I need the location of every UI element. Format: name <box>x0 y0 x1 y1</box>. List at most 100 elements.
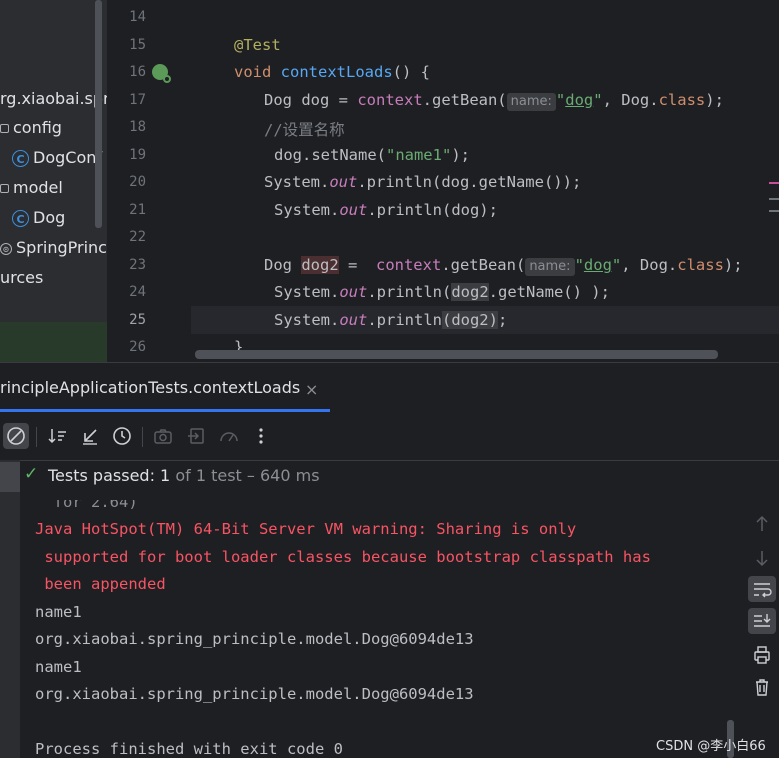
line-number: 19 <box>129 147 146 163</box>
code-line-21: System.out.println(dog); <box>274 201 498 219</box>
line-number: 17 <box>129 92 146 108</box>
console-line: for 2.64) <box>35 500 138 511</box>
param-hint: name: <box>506 93 556 111</box>
folder-icon <box>0 124 9 133</box>
line-number: 16 <box>129 64 146 80</box>
soft-wrap-button[interactable] <box>748 576 776 602</box>
test-tree-strip <box>0 460 20 758</box>
console-line: Process finished with exit code 0 <box>35 740 343 758</box>
code-line-15: @Test <box>234 36 281 54</box>
up-arrow-button[interactable] <box>748 511 776 537</box>
tab-active-indicator <box>0 409 330 412</box>
line-number: 26 <box>129 339 146 355</box>
line-number: 22 <box>129 229 146 245</box>
tree-item-resources[interactable]: urces <box>0 263 43 293</box>
code-line-17: Dog dog = context.getBean(name: "dog", Do… <box>264 91 724 111</box>
close-icon[interactable]: × <box>305 380 318 399</box>
error-stripe-mark <box>769 210 779 212</box>
tree-item-model[interactable]: model <box>0 173 63 203</box>
code-line-16: void contextLoads() { <box>234 63 430 81</box>
error-stripe-mark <box>769 198 779 200</box>
down-arrow-button[interactable] <box>748 545 776 571</box>
tree-item-label: DogConf <box>33 148 102 167</box>
line-number: 25 <box>129 312 146 328</box>
sort-button[interactable] <box>46 424 70 448</box>
stop-icon <box>7 427 25 445</box>
console-line: org.xiaobai.spring_principle.model.Dog@6… <box>35 630 474 648</box>
class-icon: C <box>12 150 29 167</box>
import-button[interactable] <box>185 424 209 448</box>
more-icon <box>259 428 263 444</box>
check-icon: ✓ <box>24 464 39 484</box>
tree-item-springprinciple[interactable]: ⊙ SpringPrincip <box>0 233 107 263</box>
line-number: 18 <box>129 119 146 135</box>
tree-item-config[interactable]: config <box>0 113 62 143</box>
line-number: 24 <box>129 284 146 300</box>
console-line: name1 <box>35 658 82 676</box>
tree-item-label: SpringPrincip <box>16 238 107 257</box>
toolbar-separator <box>36 427 37 447</box>
stop-button[interactable] <box>3 423 29 449</box>
tree-item-dogconfig[interactable]: C DogConf <box>12 143 102 173</box>
spring-class-icon: ⊙ <box>0 242 12 255</box>
line-number: 20 <box>129 174 146 190</box>
folder-icon <box>0 184 9 193</box>
code-line-23: Dog dog2 = context.getBean(name: "dog", D… <box>264 256 743 276</box>
line-number: 15 <box>129 37 146 53</box>
run-test-icon[interactable] <box>152 64 171 83</box>
sort-icon <box>48 429 66 444</box>
screenshot-button[interactable] <box>151 424 175 448</box>
code-line-20: System.out.println(dog.getName()); <box>264 173 582 191</box>
gauge-icon <box>220 432 238 442</box>
code-line-25: System.out.println(dog2); <box>274 311 508 329</box>
code-line-18: //设置名称 <box>264 121 345 139</box>
history-button[interactable] <box>110 424 134 448</box>
soft-wrap-icon <box>754 583 772 598</box>
line-number: 14 <box>129 9 146 25</box>
error-stripe-mark <box>769 182 779 184</box>
tree-item-label: urces <box>0 268 44 287</box>
trash-icon <box>756 679 768 696</box>
tree-item-label: config <box>13 118 62 137</box>
test-tree-selected[interactable] <box>0 462 20 492</box>
print-button[interactable] <box>748 642 776 668</box>
param-hint: name: <box>525 258 575 276</box>
camera-icon <box>154 429 172 444</box>
watermark: CSDN @李小白66 <box>656 739 766 754</box>
scroll-to-end-icon <box>754 614 771 627</box>
console-line: name1 <box>35 603 82 621</box>
more-button[interactable] <box>249 424 273 448</box>
test-status: Tests passed: 1 of 1 test – 640 ms <box>48 466 320 485</box>
collapse-icon <box>83 429 97 445</box>
tree-item-label: rg.xiaobai.spri <box>0 89 107 108</box>
code-line-24: System.out.println(dog2.getName() ); <box>274 283 610 301</box>
tree-item-package[interactable]: rg.xiaobai.spri <box>0 84 107 114</box>
tree-item-label: model <box>13 178 63 197</box>
console-line: supported for boot loader classes becaus… <box>35 548 651 566</box>
coverage-button[interactable] <box>217 424 241 448</box>
editor-horizontal-scrollbar[interactable] <box>195 350 718 359</box>
code-line-19: dog.setName("name1"); <box>274 146 470 164</box>
tree-highlight <box>0 322 107 362</box>
toolbar-separator <box>142 427 143 447</box>
line-gutter: 14 15 16 17 18 19 20 21 22 23 24 25 26 <box>107 0 191 362</box>
console-line: org.xiaobai.spring_principle.model.Dog@6… <box>35 685 474 703</box>
tree-item-dog[interactable]: C Dog <box>12 203 65 233</box>
clear-button[interactable] <box>748 674 776 700</box>
line-number: 21 <box>129 202 146 218</box>
print-icon <box>754 646 770 664</box>
import-icon <box>188 428 204 444</box>
console-line: Java HotSpot(TM) 64-Bit Server VM warnin… <box>35 520 577 538</box>
tree-scrollbar[interactable] <box>95 0 102 228</box>
console-line: been appended <box>35 575 166 593</box>
scroll-to-end-button[interactable] <box>748 608 776 634</box>
up-arrow-icon <box>756 515 768 531</box>
run-tab[interactable]: rincipleApplicationTests.contextLoads <box>0 372 300 404</box>
history-icon <box>113 427 131 445</box>
line-number: 23 <box>129 257 146 273</box>
console-output[interactable]: for 2.64) Java HotSpot(TM) 64-Bit Server… <box>20 500 739 758</box>
class-icon: C <box>12 210 29 227</box>
project-tree: rg.xiaobai.spri config C DogConf model CD… <box>0 0 107 362</box>
tree-item-label: Dog <box>33 208 66 227</box>
collapse-button[interactable] <box>78 424 102 448</box>
